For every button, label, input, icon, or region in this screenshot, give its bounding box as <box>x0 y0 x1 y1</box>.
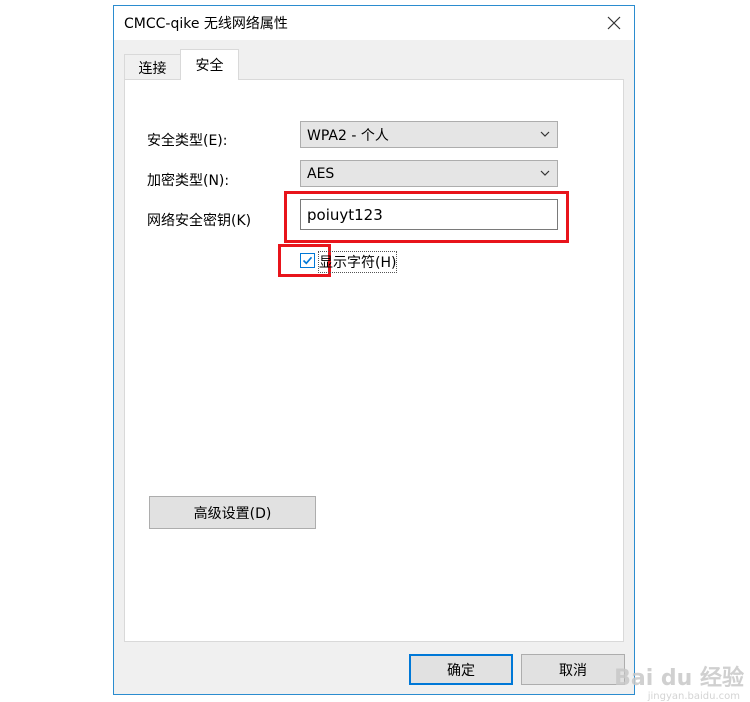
baidu-watermark-url: jingyan.baidu.com <box>647 691 740 702</box>
ok-label: 确定 <box>447 662 475 679</box>
ok-button[interactable]: 确定 <box>409 654 513 685</box>
baidu-watermark: Bai du 经验 <box>614 666 744 691</box>
checkmark-icon <box>302 256 313 265</box>
close-icon <box>607 16 621 30</box>
cancel-button[interactable]: 取消 <box>521 654 625 685</box>
show-chars-checkbox[interactable] <box>300 253 315 268</box>
chevron-down-icon <box>540 131 550 137</box>
tab-connection-label: 连接 <box>138 60 167 77</box>
window-title: CMCC-qike 无线网络属性 <box>124 16 288 32</box>
cancel-label: 取消 <box>559 662 587 679</box>
title-bar: CMCC-qike 无线网络属性 <box>114 6 634 40</box>
tab-security-label: 安全 <box>195 58 224 74</box>
security-type-value: WPA2 - 个人 <box>307 127 389 144</box>
encryption-type-value: AES <box>307 165 335 182</box>
show-chars-label[interactable]: 显示字符(H) <box>317 251 398 273</box>
network-key-label: 网络安全密钥(K) <box>147 213 252 229</box>
tab-security[interactable]: 安全 <box>180 49 239 80</box>
encryption-type-select[interactable]: AES <box>300 160 558 187</box>
wireless-properties-dialog: CMCC-qike 无线网络属性 连接 安全 安全类型(E): WPA2 - 个… <box>113 5 635 695</box>
network-key-input[interactable] <box>300 199 558 230</box>
security-type-select[interactable]: WPA2 - 个人 <box>300 121 558 148</box>
encryption-type-label: 加密类型(N): <box>147 173 230 189</box>
close-button[interactable] <box>594 6 634 40</box>
advanced-settings-label: 高级设置(D) <box>193 505 272 522</box>
advanced-settings-button[interactable]: 高级设置(D) <box>149 496 316 529</box>
security-panel: 安全类型(E): WPA2 - 个人 加密类型(N): AES 网络安全密钥(K… <box>124 79 624 642</box>
chevron-down-icon <box>540 170 550 176</box>
security-type-label: 安全类型(E): <box>147 133 228 149</box>
tab-connection[interactable]: 连接 <box>124 54 181 80</box>
